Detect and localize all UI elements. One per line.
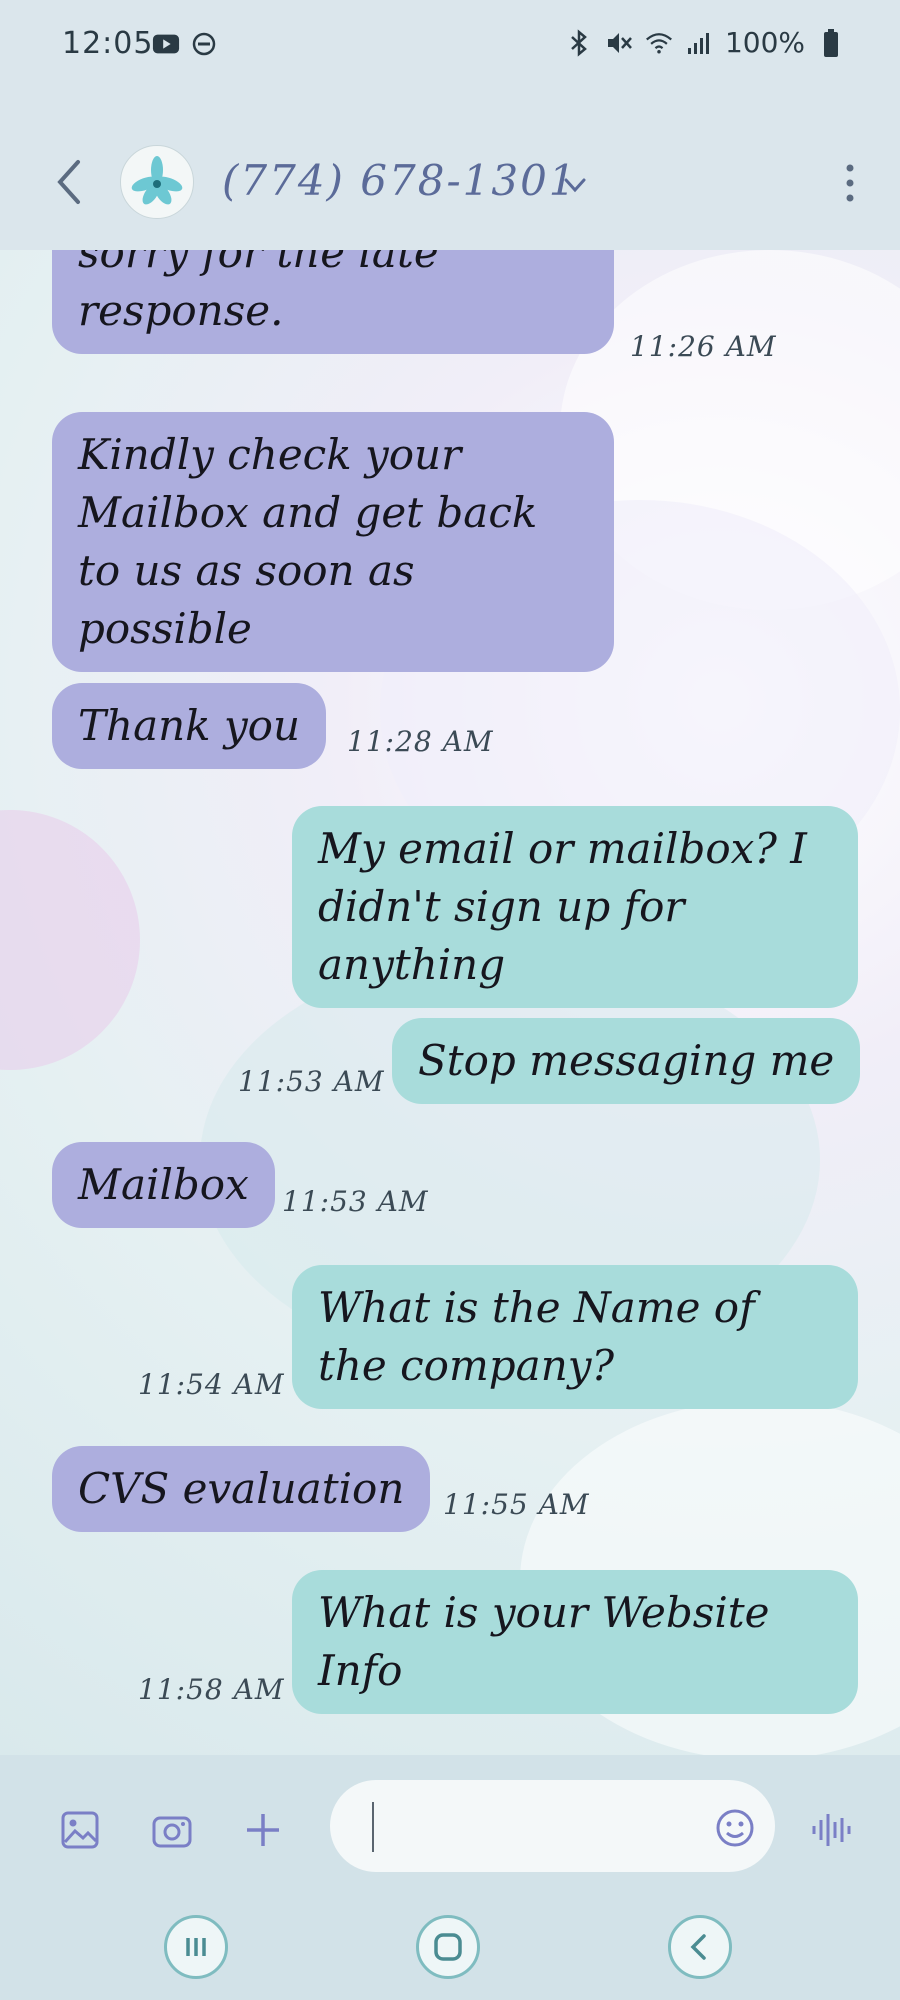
home-icon [434,1933,462,1961]
nav-back-button[interactable] [668,1915,732,1979]
back-icon [690,1934,706,1960]
message-bubble-incoming[interactable]: Mailbox [52,1142,275,1228]
gallery-icon[interactable] [60,1810,100,1850]
voice-icon[interactable] [810,1810,854,1850]
home-button[interactable] [416,1915,480,1979]
status-time: 12:05 [62,26,154,61]
message-bubble-incoming[interactable]: sorry for the late response. [52,250,614,354]
background-petal [0,810,140,1070]
text-cursor [372,1802,374,1852]
emoji-icon[interactable] [715,1808,755,1848]
status-icons-left [152,30,218,58]
chevron-down-icon[interactable] [560,170,590,200]
message-timestamp: 11:26 AM [630,330,777,363]
dnd-icon [190,30,218,58]
recent-apps-icon [186,1938,206,1956]
message-timestamp: 11:55 AM [443,1488,590,1521]
battery-icon [817,28,845,57]
back-button[interactable] [50,152,90,212]
message-bubble-incoming[interactable]: Kindly check your Mailbox and get back t… [52,412,614,672]
camera-icon[interactable] [152,1810,192,1850]
youtube-icon [152,30,180,58]
message-timestamp: 11:58 AM [138,1673,285,1706]
message-timestamp: 11:54 AM [138,1368,285,1401]
message-bubble-outgoing[interactable]: What is your Website Info [292,1570,858,1714]
message-input[interactable] [330,1780,775,1872]
battery-percent: 100% [724,26,805,59]
mute-icon [605,29,633,57]
message-bubble-outgoing[interactable]: My email or mailbox? I didn't sign up fo… [292,806,858,1008]
message-bubble-outgoing[interactable]: Stop messaging me [392,1018,861,1104]
plus-icon[interactable] [243,1810,283,1850]
status-icons-right: 100% [565,26,845,59]
status-bar: 12:05 100% [0,0,900,90]
conversation-header: (774) 678-1301 [0,90,900,250]
message-timestamp: 11:53 AM [238,1065,385,1098]
message-composer [0,1755,900,1895]
message-bubble-incoming[interactable]: CVS evaluation [52,1446,431,1532]
message-timestamp: 11:53 AM [282,1185,429,1218]
message-bubble-outgoing[interactable]: What is the Name of the company? [292,1265,858,1409]
flower-icon [131,156,183,205]
message-list[interactable]: sorry for the late response. 11:26 AM Ki… [0,250,900,1755]
message-bubble-incoming[interactable]: Thank you [52,683,327,769]
recent-apps-button[interactable] [164,1915,228,1979]
more-options-button[interactable] [840,158,860,208]
system-nav-bar [0,1895,900,2000]
contact-name[interactable]: (774) 678-1301 [222,156,578,205]
message-timestamp: 11:28 AM [347,725,494,758]
bluetooth-icon [565,28,593,57]
wifi-icon [645,29,673,57]
signal-icon [685,29,713,57]
more-vertical-icon [846,164,854,202]
back-arrow-icon [57,160,80,204]
contact-avatar[interactable] [120,145,194,219]
